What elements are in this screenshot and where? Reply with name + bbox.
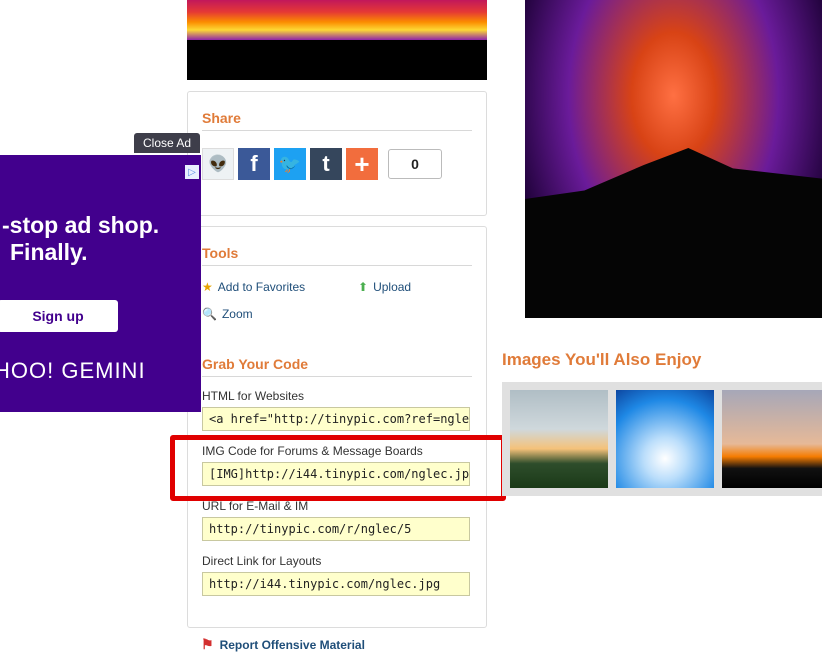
ad-headline-1: -stop ad shop. xyxy=(2,212,160,238)
also-enjoy-title: Images You'll Also Enjoy xyxy=(502,350,702,369)
upload-label: Upload xyxy=(373,280,412,294)
main-photo[interactable] xyxy=(525,0,822,318)
photo-stripes xyxy=(187,0,487,40)
report-label: Report Offensive Material xyxy=(219,637,365,652)
tools-panel: Tools ★ Add to Favorites ⬆ Upload 🔍 Zoom… xyxy=(187,226,487,628)
related-thumbnail[interactable] xyxy=(722,390,822,488)
photo-border xyxy=(187,40,487,80)
ad-brand-logo: HOO! GEMINI xyxy=(0,358,146,383)
reddit-icon[interactable]: 👽 xyxy=(202,148,234,180)
grab-code-title: Grab Your Code xyxy=(202,356,472,377)
zoom-label: Zoom xyxy=(221,307,253,321)
related-thumbnail[interactable] xyxy=(616,390,714,488)
add-to-favorites-link[interactable]: ★ Add to Favorites xyxy=(202,280,305,294)
top-photo[interactable] xyxy=(187,0,487,80)
ad-signup-button[interactable]: Sign up xyxy=(0,300,118,332)
direct-link-label: Direct Link for Layouts xyxy=(202,554,322,568)
direct-link-field[interactable]: http://i44.tinypic.com/nglec.jpg xyxy=(202,572,470,596)
url-code-label: URL for E-Mail & IM xyxy=(202,499,309,513)
share-count: 0 xyxy=(388,149,442,179)
tumblr-icon[interactable]: t xyxy=(310,148,342,180)
ad-headline-2: Finally. xyxy=(10,239,88,265)
share-icons: 👽 f 🐦 t + 0 xyxy=(202,148,442,180)
adchoices-icon[interactable]: ▷ xyxy=(185,165,199,179)
close-ad-button[interactable]: Close Ad xyxy=(134,133,200,153)
related-thumbnail[interactable] xyxy=(510,390,608,488)
share-title: Share xyxy=(202,110,472,131)
magnifier-icon: 🔍 xyxy=(202,307,217,321)
url-code-field[interactable]: http://tinypic.com/r/nglec/5 xyxy=(202,517,470,541)
more-share-icon[interactable]: + xyxy=(346,148,378,180)
twitter-icon[interactable]: 🐦 xyxy=(274,148,306,180)
star-icon: ★ xyxy=(202,280,213,294)
photo-silhouette xyxy=(525,148,822,318)
highlight-box xyxy=(170,435,506,501)
html-code-label: HTML for Websites xyxy=(202,389,305,403)
up-arrow-icon: ⬆ xyxy=(358,280,369,294)
share-panel: Share 👽 f 🐦 t + 0 xyxy=(187,91,487,216)
zoom-link[interactable]: 🔍 Zoom xyxy=(202,307,253,321)
upload-link[interactable]: ⬆ Upload xyxy=(358,280,411,294)
ad-banner[interactable]: ▷ -stop ad shop. Finally. Sign up HOO! G… xyxy=(0,155,201,412)
flag-icon: ⚑ xyxy=(201,636,214,652)
tools-title: Tools xyxy=(202,245,472,266)
related-thumbnails xyxy=(502,382,822,496)
report-link[interactable]: ⚑ Report Offensive Material xyxy=(201,636,365,653)
facebook-icon[interactable]: f xyxy=(238,148,270,180)
html-code-field[interactable]: <a href="http://tinypic.com?ref=nglec" t… xyxy=(202,407,470,431)
add-to-favorites-label: Add to Favorites xyxy=(217,280,306,294)
